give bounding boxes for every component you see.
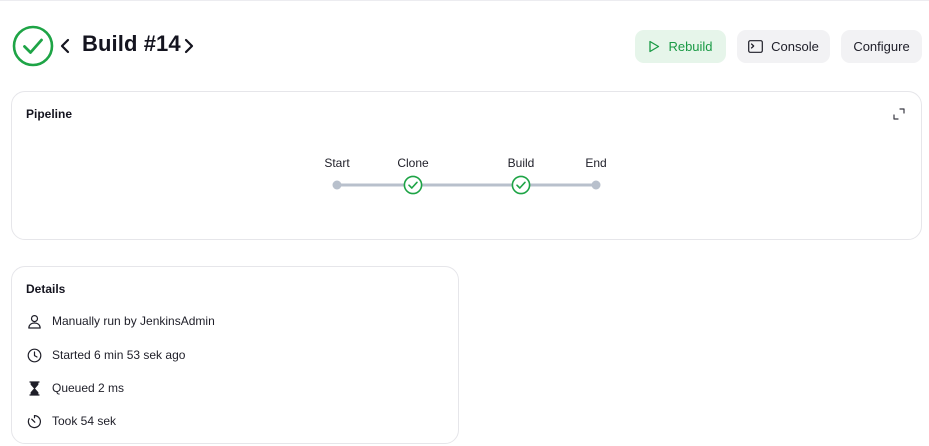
previous-build-icon[interactable] (58, 36, 72, 56)
details-card: Details Manually run by JenkinsAdmin Sta… (11, 266, 459, 444)
detail-row-started: Started 6 min 53 sek ago (26, 346, 185, 364)
user-link[interactable]: JenkinsAdmin (140, 314, 215, 328)
terminal-icon (748, 40, 764, 53)
console-button[interactable]: Console (737, 30, 830, 63)
configure-button[interactable]: Configure (841, 30, 922, 63)
detail-row-queued: Queued 2 ms (26, 379, 124, 397)
stage-node-clone-success-icon[interactable] (403, 175, 423, 195)
play-icon (649, 40, 660, 53)
console-label: Console (771, 39, 819, 54)
hourglass-icon (26, 380, 42, 396)
stage-label-end: End (585, 156, 607, 170)
stage-node-start (332, 180, 342, 190)
page-title: Build #14 (82, 31, 181, 56)
stage-label-clone[interactable]: Clone (397, 156, 428, 170)
stage-node-end (591, 180, 601, 190)
detail-row-trigger: Manually run by JenkinsAdmin (26, 312, 215, 330)
user-icon (26, 313, 42, 329)
detail-row-duration: Took 54 sek (26, 412, 116, 430)
timer-icon (26, 413, 42, 429)
success-status-icon (12, 25, 54, 67)
pipeline-title: Pipeline (26, 107, 73, 121)
configure-label: Configure (853, 39, 910, 54)
detail-text: Queued 2 ms (52, 381, 125, 395)
top-divider (0, 0, 929, 1)
clock-icon (26, 347, 42, 363)
details-title: Details (26, 282, 66, 296)
trigger-prefix: Manually run by (52, 314, 141, 328)
stage-node-build-success-icon[interactable] (511, 175, 531, 195)
stage-label-start: Start (324, 156, 350, 170)
detail-text: Started 6 min 53 sek ago (52, 348, 186, 362)
rebuild-button[interactable]: Rebuild (635, 30, 726, 63)
expand-icon[interactable] (893, 108, 905, 120)
pipeline-graph (335, 183, 598, 187)
pipeline-card: Pipeline Start Clone Build End (11, 91, 922, 240)
detail-text: Manually run by JenkinsAdmin (52, 314, 215, 328)
next-build-icon[interactable] (182, 36, 196, 56)
detail-text: Took 54 sek (52, 414, 117, 428)
stage-label-build[interactable]: Build (508, 156, 535, 170)
rebuild-label: Rebuild (668, 39, 713, 54)
